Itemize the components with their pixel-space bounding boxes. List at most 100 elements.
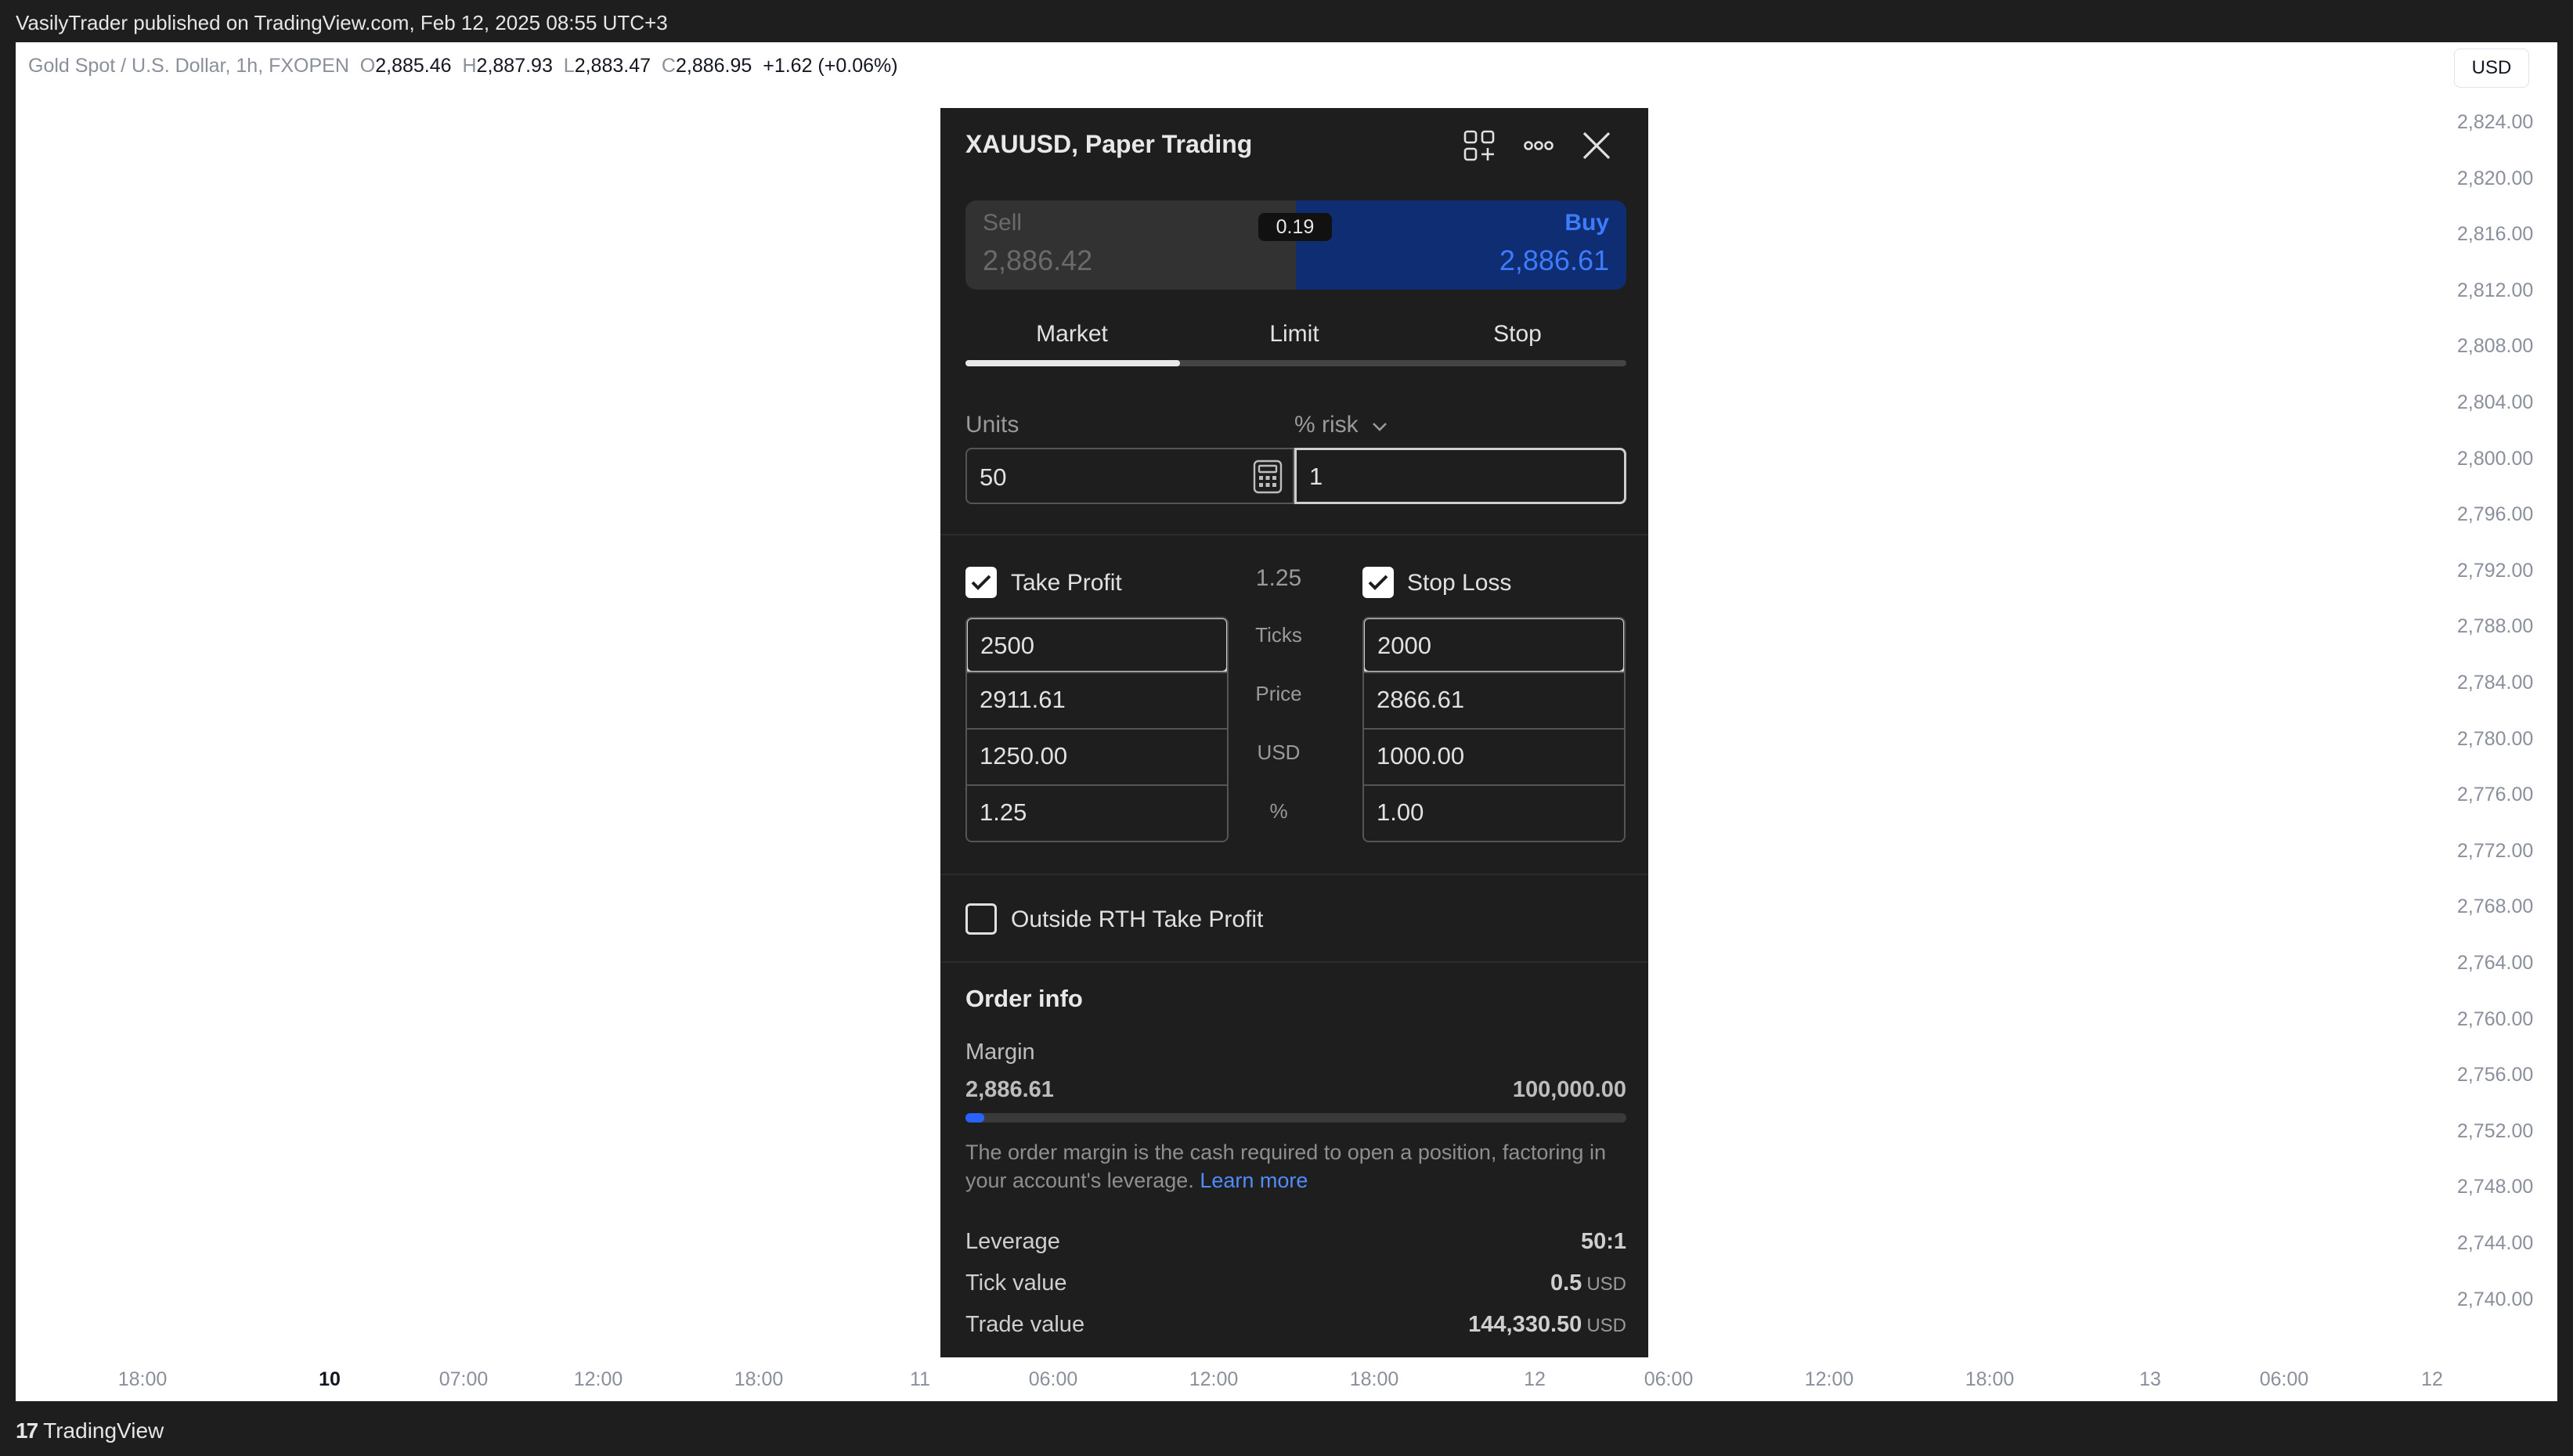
high-label: H xyxy=(462,55,477,77)
footer-bar: 17 TradingView xyxy=(0,1401,2573,1456)
sl-price-input[interactable]: 2866.61 xyxy=(1364,672,1624,728)
margin-bar-track xyxy=(965,1113,1626,1123)
symbol-description[interactable]: Gold Spot / U.S. Dollar, 1h, FXOPEN xyxy=(28,55,349,77)
high-value: 2,887.93 xyxy=(476,55,553,77)
price-axis-label: 2,800.00 xyxy=(2457,447,2534,470)
tradingview-mark-icon: 17 xyxy=(16,1418,38,1443)
margin-available: 100,000.00 xyxy=(1512,1077,1626,1102)
check-icon xyxy=(971,575,991,590)
price-axis-label: 2,760.00 xyxy=(2457,1007,2534,1030)
more-options-icon[interactable] xyxy=(1520,127,1557,164)
currency-button[interactable]: USD xyxy=(2454,49,2529,88)
margin-label: Margin xyxy=(965,1040,1035,1065)
sell-price: 2,886.42 xyxy=(983,244,1093,276)
sl-percent-input[interactable]: 1.00 xyxy=(1364,784,1624,841)
time-axis-label: 18:00 xyxy=(1965,1368,2015,1390)
time-axis-label: 18:00 xyxy=(1349,1368,1399,1390)
close-label: C xyxy=(661,55,676,77)
price-axis-label: 2,768.00 xyxy=(2457,896,2534,918)
time-axis-label: 11 xyxy=(910,1368,930,1390)
price-axis-label: 2,804.00 xyxy=(2457,391,2534,413)
trade-value-label: Trade value xyxy=(965,1312,1085,1337)
close-icon[interactable] xyxy=(1578,127,1615,164)
take-profit-fields: 2500 2911.61 1250.00 1.25 xyxy=(965,617,1229,842)
close-value: 2,886.95 xyxy=(675,55,752,77)
sell-button[interactable]: Sell 2,886.42 xyxy=(965,200,1296,290)
panel-title: XAUUSD, Paper Trading xyxy=(965,130,1253,158)
open-label: O xyxy=(359,55,376,77)
time-axis-label: 12:00 xyxy=(573,1368,623,1390)
change-value: +1.62 (+0.06%) xyxy=(763,55,898,77)
margin-value: 2,886.61 xyxy=(965,1077,1054,1102)
price-axis-label: 2,824.00 xyxy=(2457,111,2534,133)
units-input[interactable]: 50 xyxy=(965,448,1294,504)
stop-loss-fields: 2000 2866.61 1000.00 1.00 xyxy=(1362,617,1626,842)
divider xyxy=(940,961,1648,963)
price-axis-label: 2,776.00 xyxy=(2457,784,2534,806)
time-axis-label: 12 xyxy=(2421,1368,2443,1390)
risk-type-label: % risk xyxy=(1294,412,1359,438)
tradingview-logo[interactable]: 17 TradingView xyxy=(16,1418,164,1443)
tab-limit[interactable]: Limit xyxy=(1269,321,1319,348)
outside-rth-checkbox[interactable] xyxy=(965,903,997,935)
order-info-title: Order info xyxy=(965,985,1083,1012)
price-axis-label: 2,740.00 xyxy=(2457,1288,2534,1310)
risk-value: 1 xyxy=(1309,463,1323,490)
price-axis-label: 2,752.00 xyxy=(2457,1119,2534,1142)
open-value: 2,885.46 xyxy=(375,55,452,77)
time-axis-label: 06:00 xyxy=(1644,1368,1694,1390)
time-axis-label: 10 xyxy=(319,1368,341,1390)
learn-more-link[interactable]: Learn more xyxy=(1200,1169,1308,1192)
time-axis-label: 06:00 xyxy=(1028,1368,1078,1390)
price-axis-label: 2,744.00 xyxy=(2457,1232,2534,1254)
time-axis-label: 07:00 xyxy=(438,1368,489,1390)
tab-market[interactable]: Market xyxy=(1036,321,1108,348)
low-label: L xyxy=(563,55,575,77)
brand-name: TradingView xyxy=(43,1418,164,1443)
trade-value: 144,330.50 USD xyxy=(1468,1312,1626,1337)
buy-button[interactable]: Buy 2,886.61 xyxy=(1296,200,1626,290)
time-axis-label: 12 xyxy=(1524,1368,1546,1390)
take-profit-label: Take Profit xyxy=(1011,570,1122,596)
price-axis-label: 2,812.00 xyxy=(2457,279,2534,301)
sl-ticks-input[interactable]: 2000 xyxy=(1364,618,1624,673)
price-axis-label: 2,816.00 xyxy=(2457,223,2534,246)
risk-input[interactable]: 1 xyxy=(1294,448,1626,504)
check-icon xyxy=(1368,575,1388,590)
time-axis-label: 13 xyxy=(2139,1368,2161,1390)
margin-bar-fill xyxy=(965,1113,985,1123)
price-axis-label: 2,764.00 xyxy=(2457,952,2534,974)
divider xyxy=(940,534,1648,535)
take-profit-checkbox[interactable] xyxy=(965,567,997,598)
time-axis-label: 12:00 xyxy=(1189,1368,1239,1390)
time-axis-label: 06:00 xyxy=(2259,1368,2309,1390)
tp-percent-input[interactable]: 1.25 xyxy=(967,784,1227,841)
tp-ticks-input[interactable]: 2500 xyxy=(967,618,1227,673)
price-axis-label: 2,792.00 xyxy=(2457,559,2534,582)
low-value: 2,883.47 xyxy=(574,55,651,77)
tick-value: 0.5 USD xyxy=(1550,1270,1626,1296)
units-value: 50 xyxy=(980,463,1007,491)
ohlc-legend: Gold Spot / U.S. Dollar, 1h, FXOPEN O2,8… xyxy=(28,55,898,77)
stop-loss-label: Stop Loss xyxy=(1407,570,1512,596)
price-axis-label: 2,772.00 xyxy=(2457,839,2534,862)
risk-type-dropdown[interactable]: % risk xyxy=(1294,412,1388,438)
published-text: VasilyTrader published on TradingView.co… xyxy=(16,11,668,34)
stop-loss-checkbox[interactable] xyxy=(1362,567,1394,598)
price-axis-label: 2,808.00 xyxy=(2457,335,2534,358)
buy-label: Buy xyxy=(1564,210,1609,236)
layout-add-icon[interactable] xyxy=(1460,127,1498,164)
margin-note: The order margin is the cash required to… xyxy=(965,1138,1626,1195)
price-axis-label: 2,756.00 xyxy=(2457,1064,2534,1087)
tab-active-indicator xyxy=(965,360,1180,366)
price-axis-label: 2,796.00 xyxy=(2457,503,2534,526)
outside-rth-label: Outside RTH Take Profit xyxy=(1011,906,1264,932)
tab-stop[interactable]: Stop xyxy=(1493,321,1542,348)
sell-label: Sell xyxy=(983,210,1023,236)
tp-price-input[interactable]: 2911.61 xyxy=(967,672,1227,728)
tp-usd-input[interactable]: 1250.00 xyxy=(967,728,1227,784)
leverage-label: Leverage xyxy=(965,1229,1060,1254)
time-axis-label: 18:00 xyxy=(734,1368,784,1390)
sl-usd-input[interactable]: 1000.00 xyxy=(1364,728,1624,784)
calculator-icon[interactable] xyxy=(1252,459,1283,495)
